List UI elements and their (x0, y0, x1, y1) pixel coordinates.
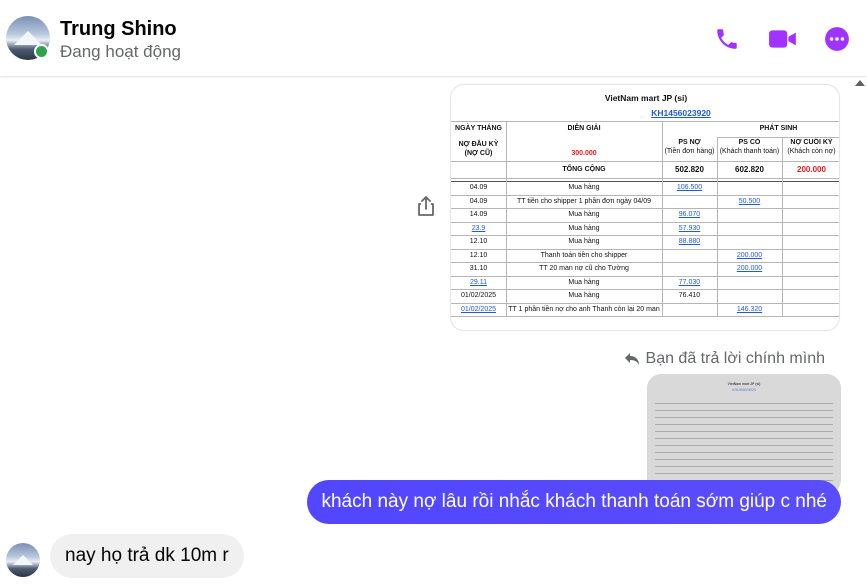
thumbnail-row (655, 426, 833, 432)
share-icon[interactable] (416, 195, 436, 217)
row-date: 29.11 (470, 278, 487, 286)
no-dau-label: NỢ ĐẦU KỲ (458, 141, 499, 149)
row-date: 04.09 (469, 197, 488, 205)
row-date: 12.10 (469, 251, 488, 259)
row-desc: Mua hàng (568, 211, 600, 219)
row-ps-no: 76.410 (678, 292, 701, 300)
no-dau-value: 300.000 (571, 150, 597, 158)
spreadsheet-image-message[interactable]: VietNam mart JP (si) KH1456023920 NGÀY T… (450, 84, 840, 331)
thumbnail-row (655, 405, 833, 411)
row-date: 01/02/2025 (460, 292, 497, 300)
contact-avatar-small[interactable] (6, 543, 40, 577)
chat-header: Trung Shino Đang hoạt động (0, 0, 867, 76)
row-desc: TT 20 man nợ cũ cho Tường (539, 265, 629, 273)
thumbnail-row (655, 440, 833, 446)
quoted-image-thumbnail[interactable]: VietNam mart JP (si) KH1456023920 (647, 374, 841, 494)
row-ps-co (717, 209, 782, 222)
incoming-message-bubble[interactable]: nay họ trả dk 10m r (50, 534, 244, 578)
row-desc: TT tiền cho shipper 1 phần đơn ngày 04/0… (516, 197, 652, 205)
row-ps-co: 200.000 (736, 265, 763, 273)
thumbnail-row (655, 461, 833, 467)
row-desc: Mua hàng (568, 278, 600, 286)
thumbnail-row (655, 433, 833, 439)
row-ps-co: 200.000 (736, 251, 763, 259)
thumbnail-row (655, 454, 833, 460)
row-desc: TT 1 phần tiền nợ cho anh Thanh còn lại … (508, 305, 660, 313)
row-ps-co (717, 223, 782, 236)
contact-status: Đang hoạt động (60, 42, 181, 61)
total-ps-no: 502.820 (675, 165, 704, 175)
total-ps-co: 602.820 (735, 165, 764, 175)
more-options-icon[interactable] (824, 26, 850, 52)
row-date: 04.09 (469, 184, 488, 192)
row-ps-co: 146.320 (736, 305, 763, 313)
row-ps-co (717, 182, 782, 195)
row-ps-co (717, 236, 782, 249)
header-desc: DIỄN GIẢI (567, 125, 601, 133)
row-ps-co (717, 290, 782, 303)
online-status-indicator (34, 44, 49, 59)
thumbnail-row (655, 419, 833, 425)
row-ps-no (662, 263, 717, 276)
thumbnail-sheet-title: VietNam mart JP (si) (727, 382, 761, 386)
row-date: 14.09 (469, 211, 488, 219)
no-dau-sub: (NỢ CŨ) (464, 149, 493, 157)
video-camera-icon[interactable] (768, 26, 798, 52)
sheet-customer-code: KH1456023920 (651, 108, 711, 118)
row-ps-no (662, 250, 717, 263)
contact-name[interactable]: Trung Shino (60, 18, 177, 41)
row-ps-no (662, 304, 717, 317)
scroll-up-arrow[interactable] (855, 80, 865, 86)
row-desc: Mua hàng (568, 224, 600, 232)
row-ps-no (662, 196, 717, 209)
row-desc: Thanh toán tiền cho shipper (540, 251, 628, 259)
row-ps-co (717, 277, 782, 290)
thumbnail-row (655, 447, 833, 453)
row-ps-co: 50.500 (738, 197, 761, 205)
phone-icon[interactable] (714, 26, 740, 52)
thumbnail-row (655, 412, 833, 418)
row-desc: Mua hàng (568, 238, 600, 246)
sheet-title: VietNam mart JP (si) (604, 93, 688, 103)
total-label: TỔNG CỘNG (562, 165, 606, 173)
row-ps-no: 96.070 (678, 211, 701, 219)
outgoing-message-bubble[interactable]: khách này nợ lâu rồi nhắc khách thanh to… (307, 480, 841, 524)
row-date: 23.9 (471, 224, 486, 232)
row-ps-no: 106.500 (676, 184, 703, 192)
row-ps-no: 77.030 (678, 278, 701, 286)
reply-label-text: Bạn đã trả lời chính mình (645, 350, 825, 367)
row-desc: Mua hàng (568, 184, 600, 192)
header-date: NGÀY THÁNG (455, 125, 502, 133)
row-date: 31.10 (469, 265, 488, 273)
row-date: 12.10 (469, 238, 488, 246)
row-desc: Mua hàng (568, 292, 600, 300)
thumbnail-row (655, 468, 833, 474)
row-date: 01/02/2025 (460, 305, 497, 313)
thumbnail-row (655, 398, 833, 404)
row-ps-no: 57.930 (678, 224, 701, 232)
total-no-cuoi: 200.000 (797, 165, 826, 175)
reply-label: Bạn đã trả lời chính mình (624, 350, 825, 368)
thumbnail-sheet-code: KH1456023920 (732, 388, 756, 392)
reply-arrow-icon (624, 353, 639, 365)
row-ps-no: 88.880 (678, 238, 701, 246)
